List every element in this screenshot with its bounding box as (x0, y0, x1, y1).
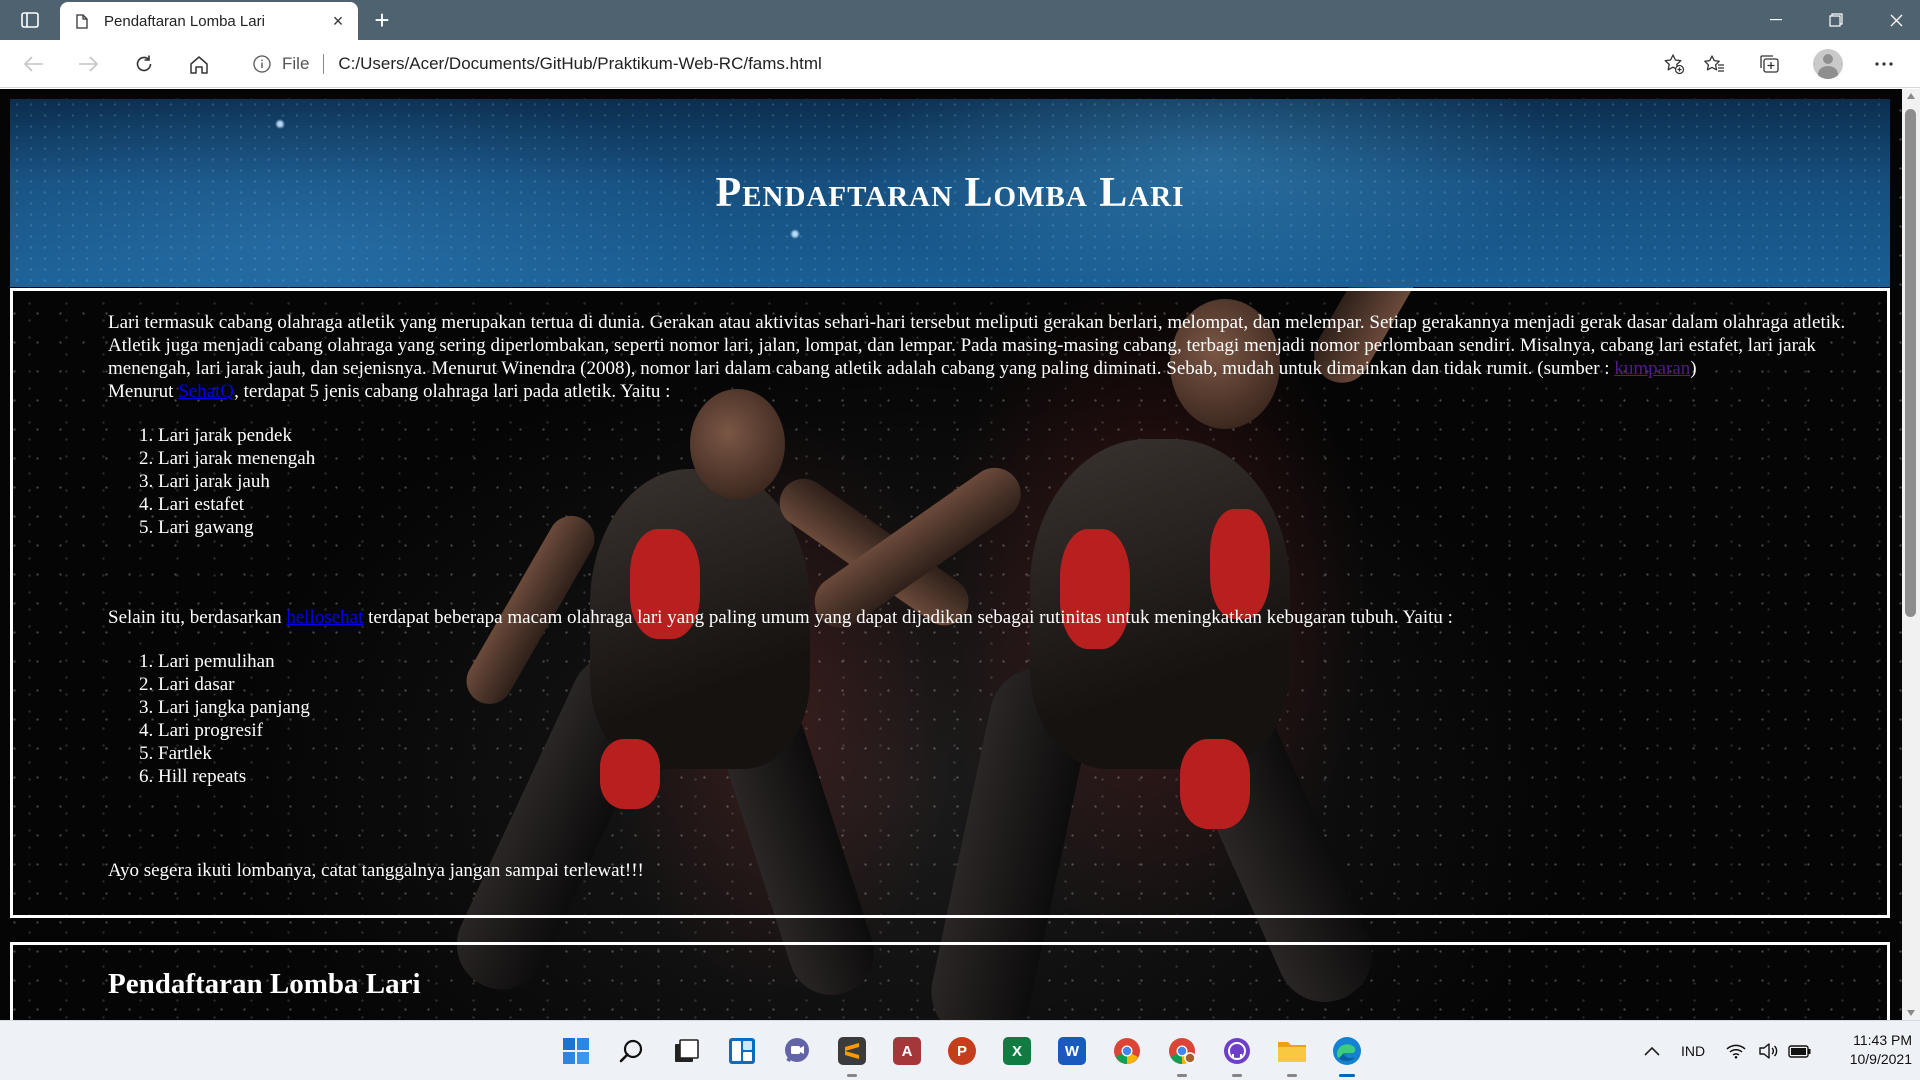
page-header-banner: Pendaftaran Lomba Lari (10, 99, 1890, 287)
kumparan-link[interactable]: kumparan (1614, 358, 1690, 379)
sublime-text-icon[interactable] (832, 1031, 872, 1077)
back-arrow-icon[interactable] (16, 48, 52, 80)
list-item: Lari gawang (158, 516, 1898, 539)
powerpoint-icon[interactable]: P (942, 1031, 982, 1071)
clock[interactable]: 11:43 PM 10/9/2021 (1828, 1031, 1912, 1071)
info-icon[interactable] (252, 54, 272, 74)
address-bar[interactable]: File C:/Users/Acer/Documents/GitHub/Prak… (236, 45, 1696, 83)
list-item: Hill repeats (158, 765, 1898, 788)
more-menu-icon[interactable] (1866, 48, 1902, 80)
chrome-profile-icon[interactable] (1162, 1031, 1202, 1077)
page-header-title: Pendaftaran Lomba Lari (715, 170, 1185, 216)
running-indicator (1232, 1074, 1242, 1077)
github-desktop-icon[interactable] (1217, 1031, 1257, 1077)
menurut-prefix: Menurut (108, 381, 179, 402)
windows-taskbar: A P X W IND 11:43 PM 10/9/2021 (0, 1020, 1920, 1080)
sehatq-link[interactable]: SehatQ (178, 381, 234, 402)
page-document-icon (74, 12, 90, 30)
registration-form-heading: Pendaftaran Lomba Lari (108, 968, 421, 1000)
list-item: Lari jarak pendek (158, 424, 1898, 447)
list-item: Fartlek (158, 742, 1898, 765)
excel-icon[interactable]: X (997, 1031, 1037, 1071)
list-item: Lari jarak jauh (158, 470, 1898, 493)
article-content: Lari termasuk cabang olahraga atletik ya… (108, 311, 1898, 882)
restore-button[interactable] (1806, 0, 1866, 40)
list-item: Lari pemulihan (158, 650, 1898, 673)
list-item: Lari estafet (158, 493, 1898, 516)
word-icon[interactable]: W (1052, 1031, 1092, 1071)
browser-titlebar: Pendaftaran Lomba Lari × + (0, 0, 1920, 40)
file-explorer-icon[interactable] (1272, 1031, 1312, 1077)
task-view-icon[interactable] (667, 1031, 707, 1071)
wifi-icon[interactable] (1720, 1031, 1752, 1071)
profile-avatar-icon[interactable] (1813, 49, 1843, 79)
closing-paragraph: Ayo segera ikuti lombanya, catat tanggal… (108, 860, 644, 881)
active-app-indicator (1339, 1074, 1355, 1077)
second-paragraph: Selain itu, berdasarkan hellosehat terda… (108, 606, 1898, 629)
tab-close-icon[interactable]: × (326, 9, 350, 33)
hellosehat-link[interactable]: hellosehat (286, 607, 363, 628)
clock-time: 11:43 PM (1853, 1032, 1912, 1048)
collections-icon[interactable] (1752, 48, 1788, 80)
running-types-list: Lari jarak pendek Lari jarak menengah La… (158, 424, 1898, 539)
intro-text: Lari termasuk cabang olahraga atletik ya… (108, 312, 1846, 379)
scroll-up-arrow-icon[interactable] (1907, 93, 1915, 99)
show-hidden-icons-chevron-icon[interactable] (1630, 1031, 1674, 1071)
widgets-icon[interactable] (722, 1031, 762, 1071)
teams-chat-icon[interactable] (777, 1031, 817, 1071)
clock-date: 10/9/2021 (1849, 1051, 1912, 1067)
browser-toolbar: File C:/Users/Acer/Documents/GitHub/Prak… (0, 40, 1920, 88)
tab-title: Pendaftaran Lomba Lari (104, 12, 265, 30)
running-indicator (1177, 1074, 1187, 1077)
scroll-thumb[interactable] (1905, 109, 1916, 617)
page-scrollbar[interactable] (1902, 89, 1920, 1020)
running-indicator (1287, 1074, 1297, 1077)
list-item: Lari jarak menengah (158, 447, 1898, 470)
close-window-button[interactable] (1866, 0, 1920, 40)
para2-suffix: terdapat beberapa macam olahraga lari ya… (363, 607, 1453, 628)
article-section: Lari termasuk cabang olahraga atletik ya… (10, 288, 1890, 918)
edge-browser-icon[interactable] (1327, 1031, 1367, 1077)
menurut-suffix: , terdapat 5 jenis cabang olahraga lari … (234, 381, 671, 402)
intro-close-paren: ) (1690, 358, 1697, 379)
address-url[interactable]: C:/Users/Acer/Documents/GitHub/Praktikum… (338, 54, 821, 74)
add-favorite-icon[interactable] (1658, 48, 1690, 80)
chrome-icon[interactable] (1107, 1031, 1147, 1071)
scroll-down-arrow-icon[interactable] (1907, 1010, 1915, 1016)
minimize-button[interactable] (1746, 0, 1806, 40)
tab-actions-icon[interactable] (16, 8, 44, 32)
battery-icon[interactable] (1784, 1031, 1816, 1071)
list-item: Lari progresif (158, 719, 1898, 742)
address-scheme-label: File (282, 54, 310, 73)
browser-tab-active[interactable]: Pendaftaran Lomba Lari × (60, 2, 358, 40)
access-icon[interactable]: A (887, 1031, 927, 1071)
refresh-icon[interactable] (126, 48, 162, 80)
new-tab-button[interactable]: + (368, 5, 396, 35)
forward-arrow-icon[interactable] (70, 48, 106, 80)
volume-icon[interactable] (1752, 1031, 1784, 1071)
favorites-icon[interactable] (1696, 48, 1732, 80)
input-language-indicator[interactable]: IND (1681, 1043, 1705, 1059)
common-running-list: Lari pemulihan Lari dasar Lari jangka pa… (158, 650, 1898, 788)
web-page: Pendaftaran Lomba Lari Lari termasuk cab… (0, 89, 1902, 1020)
windows-start-icon[interactable] (556, 1031, 596, 1071)
address-separator (323, 54, 325, 74)
list-item: Lari dasar (158, 673, 1898, 696)
registration-form-section: Pendaftaran Lomba Lari (10, 942, 1890, 1020)
list-item: Lari jangka panjang (158, 696, 1898, 719)
search-icon[interactable] (612, 1031, 652, 1071)
running-indicator (847, 1074, 857, 1077)
intro-paragraph: Lari termasuk cabang olahraga atletik ya… (108, 311, 1898, 403)
home-icon[interactable] (181, 48, 217, 80)
para2-prefix: Selain itu, berdasarkan (108, 607, 287, 628)
